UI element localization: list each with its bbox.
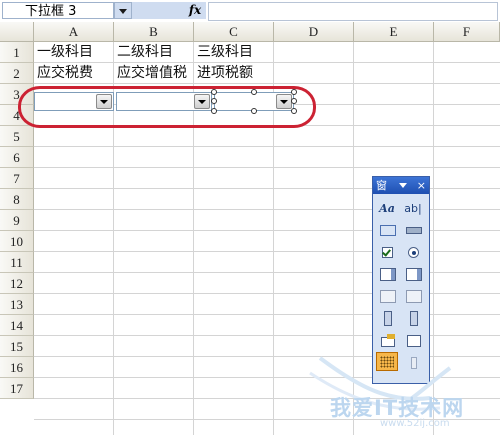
row-header-15[interactable]: 15 [0,336,34,357]
combo-list-edit-tool-icon[interactable] [376,286,398,305]
row-header-5[interactable]: 5 [0,126,34,147]
row-header-12[interactable]: 12 [0,273,34,294]
row-header-10[interactable]: 10 [0,231,34,252]
row-header-13[interactable]: 13 [0,294,34,315]
column-header-f[interactable]: F [434,22,500,42]
name-box-dropdown-icon[interactable] [114,2,132,19]
spinner-tool-icon[interactable] [402,308,424,327]
combo-box-tool-icon[interactable] [402,264,424,283]
name-box[interactable]: 下拉框 3 [2,2,114,19]
edit-code-icon[interactable] [402,330,424,349]
column-header-c[interactable]: C [194,22,274,42]
cell-b1[interactable]: 二级科目 [117,42,195,63]
select-all-corner[interactable] [0,22,34,42]
column-header-a[interactable]: A [34,22,114,42]
row-header-1[interactable]: 1 [0,42,34,63]
row-header-14[interactable]: 14 [0,315,34,336]
row-header-17[interactable]: 17 [0,378,34,399]
forms-toolbar-title: 窗 [376,179,387,192]
column-header-b[interactable]: B [114,22,194,42]
red-highlight-ring [18,86,316,128]
control-properties-icon[interactable] [376,330,398,349]
row-header-11[interactable]: 11 [0,252,34,273]
column-header-d[interactable]: D [274,22,354,42]
option-button-tool-icon[interactable] [402,242,424,261]
row-header-9[interactable]: 9 [0,210,34,231]
combo-dropdown-edit-tool-icon[interactable] [402,286,424,305]
formula-input[interactable] [208,2,498,21]
button-tool-icon[interactable] [402,220,424,239]
formula-bar-spacer [132,2,184,19]
cell-c1[interactable]: 三级科目 [197,42,275,63]
toolbar-options-icon[interactable] [399,183,407,188]
watermark-url: www.52ij.com [380,418,450,429]
scroll-bar-tool-icon[interactable] [376,308,398,327]
cell-a2[interactable]: 应交税费 [37,63,115,84]
forms-toolbar-title-bar[interactable]: 窗 × [373,177,429,194]
formula-bar: 下拉框 3 fx [0,0,500,23]
label-tool-icon[interactable]: Aa [376,198,398,217]
row-header-2[interactable]: 2 [0,63,34,84]
column-header-e[interactable]: E [354,22,434,42]
list-box-tool-icon[interactable] [376,264,398,283]
cell-c2[interactable]: 进项税额 [197,63,275,84]
cell-a1[interactable]: 一级科目 [37,42,115,63]
row-header-6[interactable]: 6 [0,147,34,168]
row-header-16[interactable]: 16 [0,357,34,378]
group-box-tool-icon[interactable] [376,220,398,239]
insert-function-icon[interactable]: fx [184,2,206,19]
close-icon[interactable]: × [417,177,426,194]
edit-box-tool-icon[interactable]: ab| [402,198,424,217]
row-header-7[interactable]: 7 [0,168,34,189]
row-header-8[interactable]: 8 [0,189,34,210]
checkbox-tool-icon[interactable] [376,242,398,261]
cell-b2[interactable]: 应交增值税 [117,63,195,84]
